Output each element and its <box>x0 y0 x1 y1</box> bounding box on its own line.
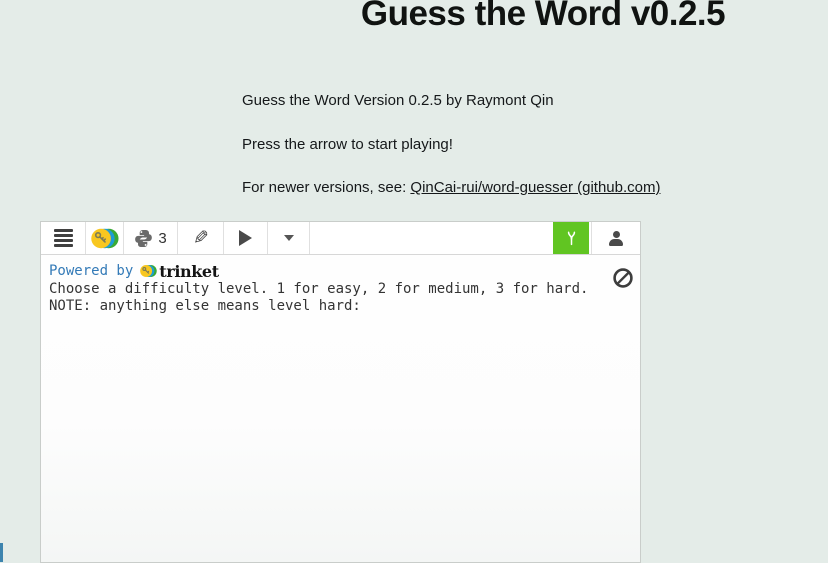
edit-button[interactable]: ✎ <box>178 222 224 254</box>
powered-by-row: Powered by trinket <box>49 262 632 280</box>
hamburger-icon <box>54 229 73 247</box>
language-badge[interactable]: 3 <box>124 222 178 254</box>
console-line: NOTE: anything else means level hard: <box>49 298 632 315</box>
instruction-text: Press the arrow to start playing! <box>242 136 453 154</box>
run-button[interactable] <box>224 222 268 254</box>
toolbar-spacer <box>310 222 553 254</box>
trinket-logo-button[interactable] <box>86 222 124 254</box>
page-title: Guess the Word v0.2.5 <box>243 0 828 32</box>
versions-text: For newer versions, see: QinCai-rui/word… <box>242 179 661 197</box>
menu-button[interactable] <box>41 222 86 254</box>
python-version-label: 3 <box>158 230 166 247</box>
trinket-widget: 3 ✎ <box>40 221 641 563</box>
user-icon <box>608 231 624 246</box>
trinket-mini-logo-icon <box>140 263 157 279</box>
play-icon <box>239 230 252 246</box>
caret-down-icon <box>284 235 294 241</box>
page-scrollbar-sliver <box>0 543 3 562</box>
trinket-toolbar: 3 ✎ <box>41 222 640 255</box>
pencil-icon: ✎ <box>193 229 209 248</box>
trinket-logo-icon <box>91 226 119 251</box>
console-output[interactable]: Powered by trinket Choose a d <box>41 255 640 562</box>
python-icon <box>134 229 153 248</box>
run-options-button[interactable] <box>268 222 310 254</box>
circle-slash-icon <box>612 267 634 289</box>
github-link[interactable]: QinCai-rui/word-guesser (github.com) <box>410 179 660 196</box>
page: Guess the Word v0.2.5 Guess the Word Ver… <box>0 0 828 563</box>
console-line: Choose a difficulty level. 1 for easy, 2… <box>49 281 632 298</box>
powered-by-label: Powered by <box>49 263 133 279</box>
stop-button[interactable] <box>612 267 634 289</box>
trinket-brand-link[interactable]: trinket <box>159 262 218 281</box>
byline-text: Guess the Word Version 0.2.5 by Raymont … <box>242 92 554 110</box>
account-button[interactable] <box>591 222 640 254</box>
versions-prefix: For newer versions, see: <box>242 179 406 196</box>
fork-icon <box>564 229 579 248</box>
remix-fork-button[interactable] <box>553 222 589 254</box>
